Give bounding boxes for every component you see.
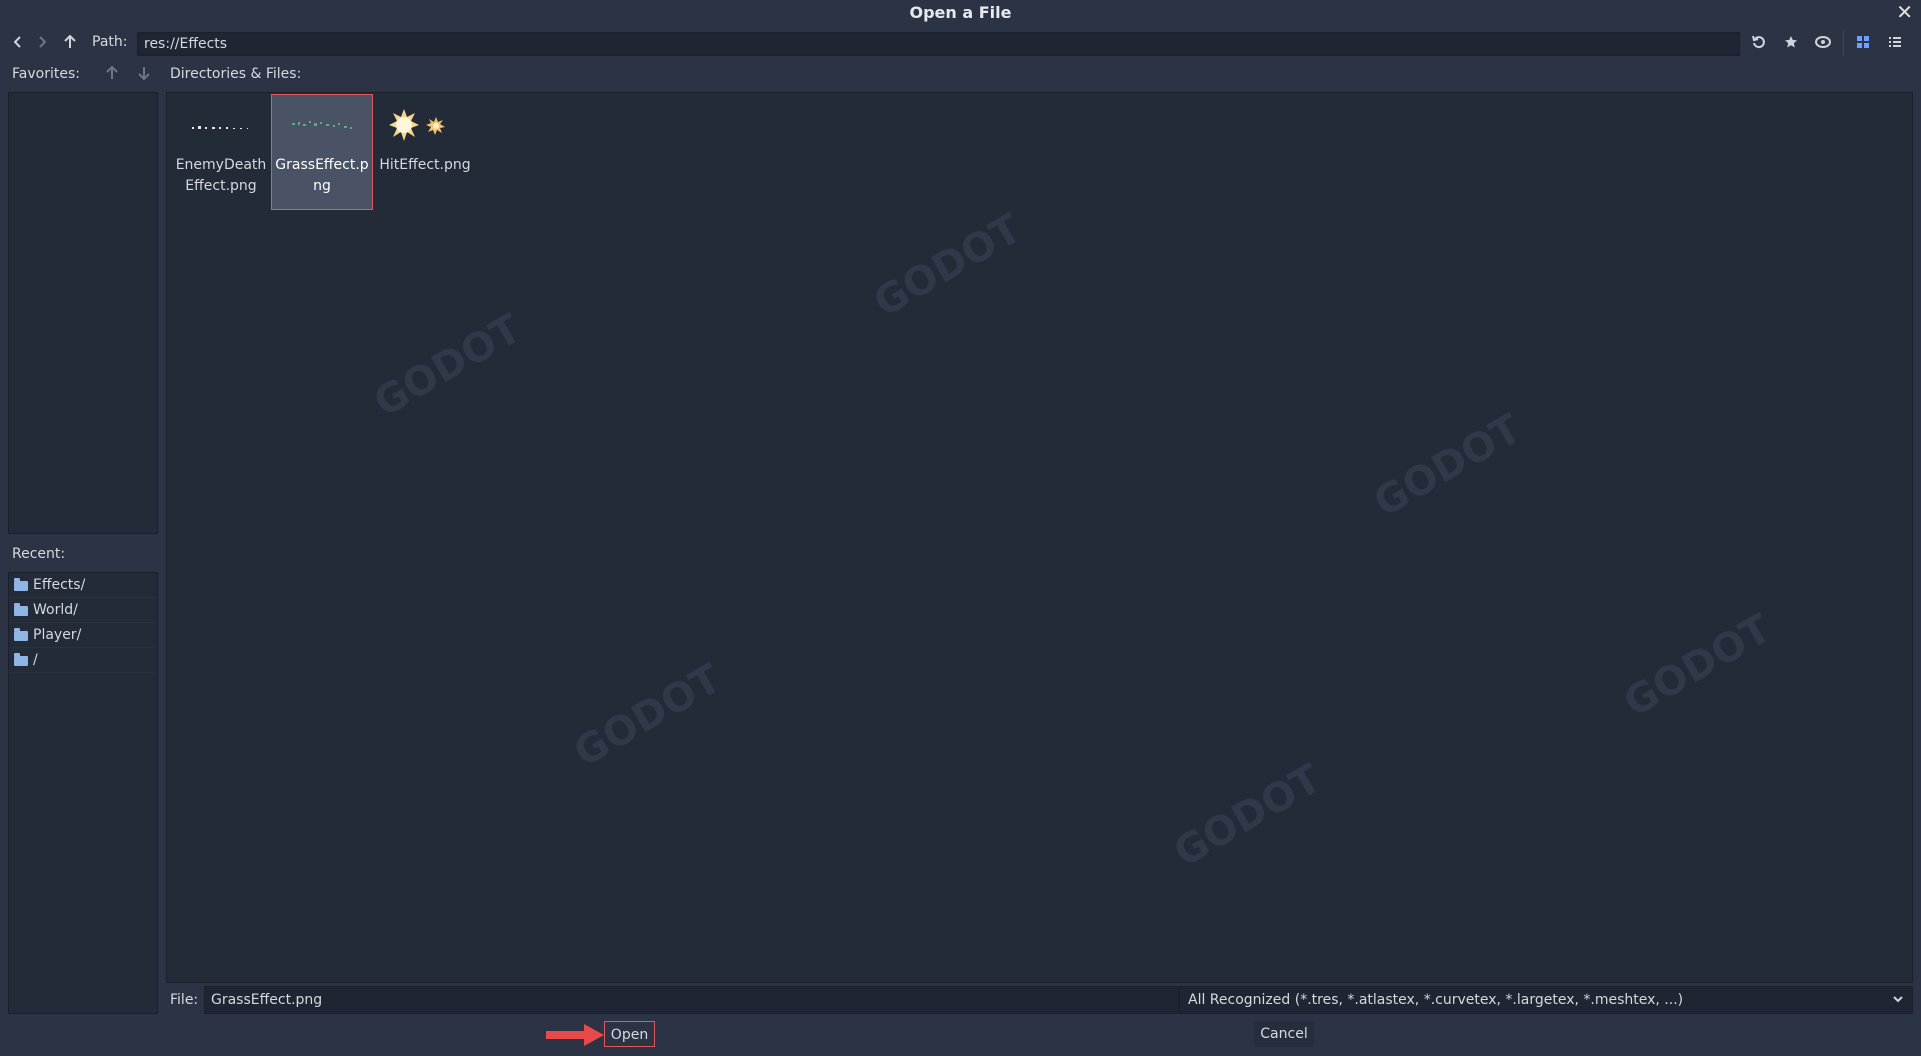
chevron-left-icon[interactable]	[10, 33, 26, 55]
watermark-logo: GODOT	[1166, 755, 1330, 877]
file-name: EnemyDeathEffect.png	[175, 157, 267, 194]
file-name: HitEffect.png	[379, 157, 471, 173]
recent-item[interactable]: Effects/	[9, 573, 157, 598]
file-filter-select[interactable]: All Recognized (*.tres, *.atlastex, *.cu…	[1179, 986, 1913, 1014]
watermark-logo: GODOT	[366, 305, 530, 427]
file-thumbnail	[170, 95, 272, 155]
file-thumbnail	[272, 95, 372, 155]
list-icon[interactable]	[1886, 33, 1904, 55]
file-item[interactable]: HitEffect.png	[374, 95, 476, 211]
star-icon[interactable]	[1782, 33, 1800, 55]
open-button[interactable]: Open	[604, 1021, 655, 1047]
file-item[interactable]: EnemyDeathEffect.png	[170, 95, 272, 211]
folder-icon	[14, 628, 28, 641]
toolbar-divider	[1843, 30, 1844, 56]
chevron-down-icon	[1892, 987, 1904, 1013]
cancel-button[interactable]: Cancel	[1254, 1021, 1314, 1047]
folder-icon	[14, 603, 28, 616]
file-item-selected[interactable]: GrassEffect.png	[271, 94, 373, 210]
recent-item[interactable]: /	[9, 648, 157, 673]
file-name-input[interactable]: GrassEffect.png	[204, 986, 1179, 1014]
favorites-list[interactable]	[8, 92, 158, 534]
arrow-down-icon[interactable]	[136, 64, 152, 86]
red-arrow	[546, 1024, 604, 1050]
refresh-icon[interactable]	[1750, 33, 1768, 55]
window-title: Open a File	[909, 3, 1012, 22]
favorites-label: Favorites:	[12, 66, 80, 82]
arrow-up-icon[interactable]	[62, 33, 78, 55]
watermark-logo: GODOT	[1366, 405, 1530, 527]
watermark-logo: GODOT	[566, 655, 730, 777]
arrow-up-icon[interactable]	[104, 64, 120, 86]
chevron-right-icon[interactable]	[34, 33, 50, 55]
file-filter-value: All Recognized (*.tres, *.atlastex, *.cu…	[1188, 992, 1684, 1008]
recent-item-label: World/	[33, 602, 78, 618]
recent-list[interactable]: Effects/ World/ Player/ /	[8, 572, 158, 1014]
folder-icon	[14, 578, 28, 591]
watermark-logo: GODOT	[1616, 605, 1780, 727]
files-label: Directories & Files:	[170, 66, 302, 82]
folder-icon	[14, 653, 28, 666]
recent-item-label: /	[33, 652, 38, 668]
recent-item-label: Player/	[33, 627, 82, 643]
file-label: File:	[170, 992, 199, 1008]
close-icon[interactable]: ✕	[1896, 1, 1913, 23]
watermark-logo: GODOT	[866, 205, 1030, 327]
recent-item[interactable]: Player/	[9, 623, 157, 648]
file-thumbnail	[374, 95, 476, 155]
recent-label: Recent:	[12, 546, 66, 562]
recent-item[interactable]: World/	[9, 598, 157, 623]
path-label: Path:	[92, 34, 128, 50]
grid-icon[interactable]	[1854, 33, 1872, 55]
recent-item-label: Effects/	[33, 577, 86, 593]
file-name: GrassEffect.png	[275, 157, 369, 194]
path-input[interactable]: res://Effects	[137, 32, 1740, 56]
file-grid[interactable]: GODOT GODOT GODOT GODOT GODOT GODOT Enem…	[166, 92, 1913, 983]
eye-icon[interactable]	[1814, 33, 1832, 55]
